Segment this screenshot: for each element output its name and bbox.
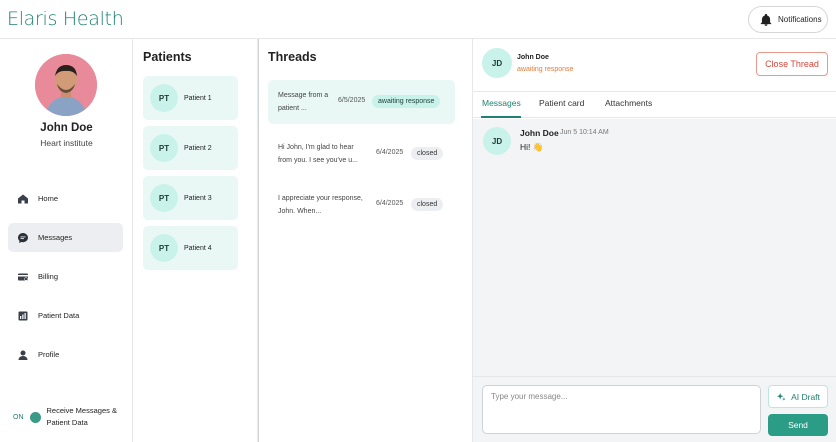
avatar — [35, 54, 97, 116]
sidebar-item-patient-data[interactable]: Patient Data — [8, 301, 123, 330]
patient-card[interactable]: PT Patient 3 — [143, 176, 238, 220]
patient-card[interactable]: PT Patient 1 — [143, 76, 238, 120]
toggle-knob[interactable] — [29, 411, 41, 423]
thread-date: 6/4/2025 — [376, 200, 404, 207]
patient-initials: PT — [150, 134, 178, 162]
thread-date: 6/4/2025 — [376, 149, 404, 156]
message-text: Hi! 👋 — [520, 142, 544, 152]
thread-item[interactable]: Message from a patient ... 6/5/2025 awai… — [268, 80, 455, 124]
messages-icon — [18, 232, 28, 243]
patient-card[interactable]: PT Patient 4 — [143, 226, 238, 270]
threads-title: Threads — [268, 50, 317, 64]
thread-snippet: Hi John, I'm glad to hear from you. I se… — [278, 144, 358, 164]
detail-tabs: Messages Patient card Attachments — [473, 91, 836, 118]
contact-name: John Doe — [517, 54, 549, 61]
patient-name: Patient 2 — [184, 144, 212, 152]
thread-date: 6/5/2025 — [338, 97, 366, 104]
ai-draft-button[interactable]: AI Draft — [768, 385, 828, 408]
message-input[interactable] — [482, 385, 761, 434]
sidebar-item-label: Billing — [38, 272, 59, 281]
sparkle-icon — [776, 392, 786, 401]
home-icon — [18, 194, 28, 203]
sidebar-item-label: Home — [38, 194, 59, 203]
thread-status: awaiting response — [517, 66, 574, 73]
patients-title: Patients — [143, 50, 192, 64]
send-button[interactable]: Send — [768, 414, 828, 436]
message-time: Jun 5 10:14 AM — [560, 129, 609, 136]
status-badge: closed — [411, 147, 444, 160]
ai-draft-label: AI Draft — [791, 391, 820, 402]
sidebar-item-label: Profile — [38, 350, 60, 359]
sidebar-item-home[interactable]: Home — [8, 184, 123, 213]
patient-card[interactable]: PT Patient 2 — [143, 126, 238, 170]
toggle-state-label: ON — [13, 413, 24, 421]
message-list: JD John Doe Jun 5 10:14 AM Hi! 👋 — [473, 119, 836, 376]
profile-icon — [18, 350, 28, 360]
patient-initials: PT — [150, 184, 178, 212]
notifications-button[interactable]: Notifications — [748, 6, 828, 33]
status-badge: awaiting response — [372, 95, 441, 108]
patient-initials: PT — [150, 84, 178, 112]
active-tab-indicator — [481, 116, 521, 118]
app-header: Elaris Health Notifications — [0, 0, 836, 39]
user-org: Heart institute — [40, 138, 93, 148]
thread-item[interactable]: I appreciate your response, John. When..… — [268, 183, 455, 227]
patient-data-icon — [18, 311, 28, 320]
patient-name: Patient 1 — [184, 94, 212, 102]
sidebar-item-label: Messages — [38, 233, 73, 242]
notifications-label: Notifications — [778, 15, 822, 24]
sidebar-item-label: Patient Data — [38, 311, 80, 320]
receive-messages-toggle[interactable]: ON Receive Messages & Patient Data — [13, 405, 127, 429]
tab-patient-card[interactable]: Patient card — [539, 98, 584, 108]
avatar-photo — [35, 54, 97, 116]
toggle-label: Receive Messages & Patient Data — [46, 406, 117, 427]
patients-panel: Patients PT Patient 1 PT Patient 2 PT Pa… — [133, 39, 258, 442]
sender-name: John Doe — [520, 128, 559, 138]
status-badge: closed — [411, 198, 444, 211]
app-logo: Elaris Health — [7, 8, 124, 30]
message-composer: AI Draft Send — [473, 376, 836, 442]
user-name: John Doe — [40, 122, 93, 134]
patient-name: Patient 4 — [184, 244, 212, 252]
thread-item[interactable]: Hi John, I'm glad to hear from you. I se… — [268, 132, 455, 176]
tab-messages[interactable]: Messages — [482, 98, 521, 108]
thread-snippet: I appreciate your response, John. When..… — [278, 195, 363, 215]
billing-icon — [18, 273, 28, 281]
patient-initials: PT — [150, 234, 178, 262]
contact-initials: JD — [482, 48, 512, 78]
sender-initials: JD — [483, 127, 511, 155]
close-thread-button[interactable]: Close Thread — [756, 52, 828, 76]
sidebar: John Doe Heart institute Home Messages B… — [0, 39, 133, 442]
patient-name: Patient 3 — [184, 194, 212, 202]
bell-icon — [760, 13, 772, 26]
sidebar-item-messages[interactable]: Messages — [8, 223, 123, 252]
sidebar-item-billing[interactable]: Billing — [8, 262, 123, 291]
thread-detail: JD John Doe awaiting response Close Thre… — [473, 39, 836, 442]
threads-panel: Threads Message from a patient ... 6/5/2… — [258, 39, 473, 442]
tab-attachments[interactable]: Attachments — [605, 98, 652, 108]
thread-snippet: Message from a patient ... — [278, 92, 329, 112]
sidebar-item-profile[interactable]: Profile — [8, 340, 123, 369]
